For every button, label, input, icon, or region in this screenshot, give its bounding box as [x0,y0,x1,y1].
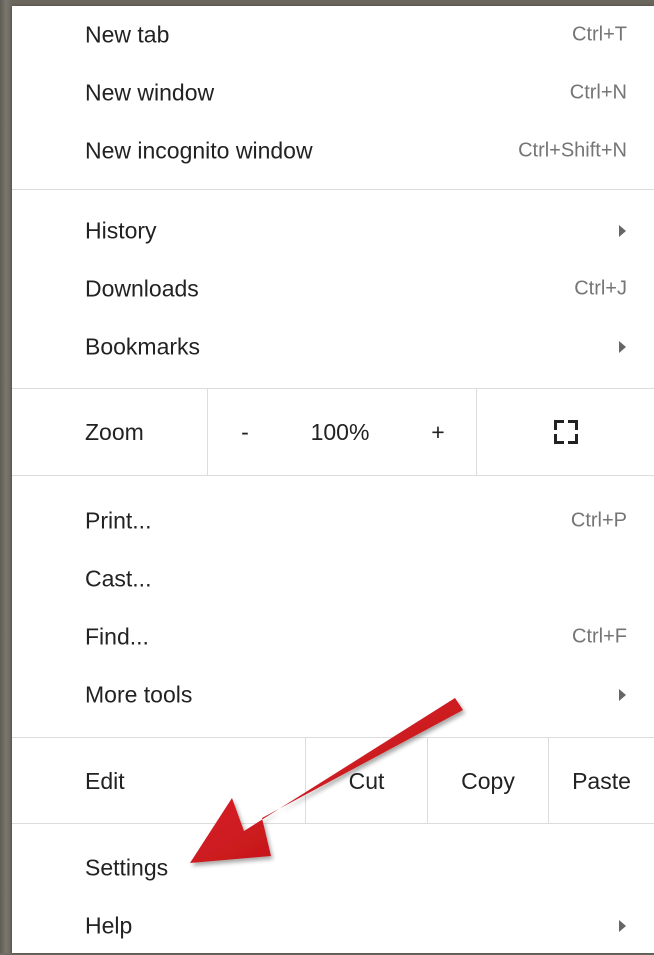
menu-item-label: New window [85,79,215,106]
menu-item-help[interactable]: Help [12,897,654,955]
menu-item-shortcut: Ctrl+F [572,625,627,648]
menu-item-label: Print... [85,507,152,534]
zoom-level: 100% [310,418,370,445]
menu-item-print[interactable]: Print... Ctrl+P [12,492,654,550]
menu-item-history[interactable]: History [12,202,654,260]
zoom-label: Zoom [85,418,144,445]
zoom-out-button[interactable]: - [208,389,282,475]
submenu-arrow-icon [619,920,626,932]
menu-separator [12,475,654,476]
menu-separator [12,189,654,190]
menu-item-label: History [85,217,157,244]
edit-label: Edit [85,767,125,794]
menu-item-new-tab[interactable]: New tab Ctrl+T [12,6,654,64]
zoom-in-button[interactable]: + [398,389,478,475]
menu-item-shortcut: Ctrl+J [574,277,627,300]
menu-item-cast[interactable]: Cast... [12,550,654,608]
menu-item-find[interactable]: Find... Ctrl+F [12,608,654,666]
menu-item-label: Bookmarks [85,333,201,360]
menu-item-label: Downloads [85,275,199,302]
menu-item-shortcut: Ctrl+T [572,23,627,46]
menu-item-bookmarks[interactable]: Bookmarks [12,318,654,376]
paste-button[interactable]: Paste [549,738,654,824]
menu-separator [12,823,654,824]
submenu-arrow-icon [619,341,626,353]
fullscreen-icon [553,420,578,444]
menu-item-label: Help [85,912,133,939]
menu-item-settings[interactable]: Settings [12,839,654,897]
copy-button[interactable]: Copy [428,738,548,824]
menu-item-label: New incognito window [85,137,313,164]
menu-item-label: Find... [85,623,149,650]
submenu-arrow-icon [619,225,626,237]
submenu-arrow-icon [619,689,626,701]
edit-row: Edit Cut Copy Paste [12,738,654,824]
fullscreen-button[interactable] [477,389,654,475]
menu-item-downloads[interactable]: Downloads Ctrl+J [12,260,654,318]
menu-item-label: Cast... [85,565,152,592]
menu-item-new-incognito-window[interactable]: New incognito window Ctrl+Shift+N [12,122,654,180]
zoom-row: Zoom - 100% + [12,389,654,475]
menu-item-label: More tools [85,681,193,708]
menu-item-shortcut: Ctrl+P [570,509,627,532]
menu-item-new-window[interactable]: New window Ctrl+N [12,64,654,122]
browser-main-menu: New tab Ctrl+T New window Ctrl+N New inc… [12,6,654,953]
menu-item-shortcut: Ctrl+N [569,81,627,104]
menu-item-label: New tab [85,21,170,48]
menu-item-label: Settings [85,854,169,881]
menu-item-more-tools[interactable]: More tools [12,666,654,724]
menu-item-shortcut: Ctrl+Shift+N [518,139,627,162]
cut-button[interactable]: Cut [306,738,427,824]
